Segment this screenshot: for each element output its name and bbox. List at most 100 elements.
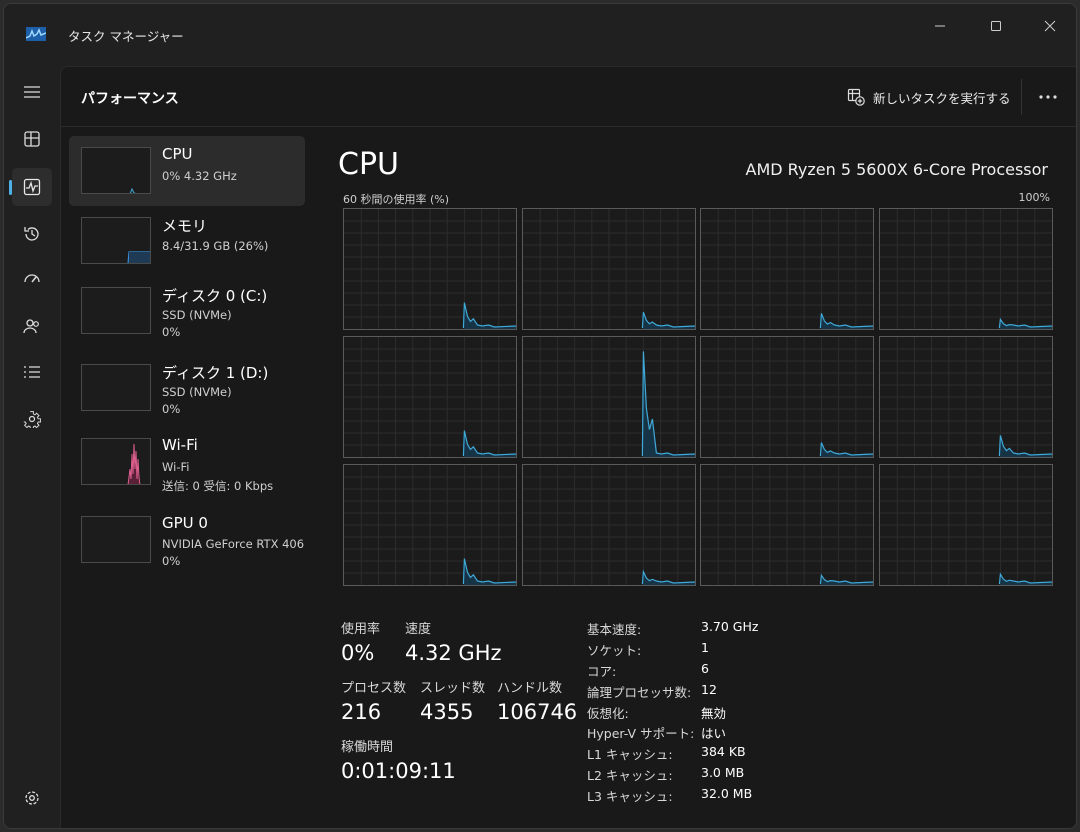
spec-value: 6 <box>701 661 709 676</box>
run-task-label: 新しいタスクを実行する <box>873 90 1011 106</box>
logical-processor-graph <box>878 336 1053 458</box>
device-detail: SSD (NVMe) <box>162 385 232 399</box>
logical-processor-graph <box>343 336 517 458</box>
spec-key: コア: <box>587 664 617 679</box>
nav-users[interactable] <box>12 307 52 345</box>
logical-processor-graph <box>521 464 696 586</box>
close-button[interactable] <box>1030 12 1070 40</box>
cpu-model: AMD Ryzen 5 5600X 6-Core Processor <box>745 160 1049 179</box>
device-name: Wi-Fi <box>162 436 198 454</box>
device-name: ディスク 1 (D:) <box>162 364 269 382</box>
device-wifi[interactable]: Wi-Fi Wi-Fi 送信: 0 受信: 0 Kbps <box>69 427 305 497</box>
performance-panel: パフォーマンス 新しいタスクを実行する CPU 0% 4.32 GHz メモリ … <box>60 66 1076 828</box>
gpu-thumbnail <box>81 516 151 563</box>
device-detail: NVIDIA GeForce RTX 406 <box>162 537 305 551</box>
graph-canvas <box>879 337 1052 457</box>
usage-area <box>641 571 695 585</box>
spec-key: L2 キャッシュ: <box>587 768 673 783</box>
device-name: メモリ <box>162 217 208 235</box>
uptime-label: 稼働時間 <box>341 740 394 755</box>
maximize-icon <box>991 21 1001 31</box>
spec-value: 384 KB <box>701 744 746 759</box>
device-usage: 0% <box>162 325 181 339</box>
users-icon <box>23 319 39 334</box>
device-disk-0[interactable]: ディスク 0 (C:) SSD (NVMe) 0% <box>69 276 305 346</box>
nav-performance[interactable] <box>9 168 52 206</box>
graph-canvas <box>879 209 1052 329</box>
disk1-thumbnail <box>81 364 151 411</box>
nav-rail <box>4 64 60 828</box>
performance-icon <box>23 178 41 196</box>
logical-processor-graph <box>878 208 1053 330</box>
spec-value: 無効 <box>701 706 727 721</box>
processes-label: プロセス数 <box>341 681 407 696</box>
memory-thumbnail <box>81 217 151 264</box>
spec-key: L1 キャッシュ: <box>587 747 673 762</box>
logical-processor-graph <box>700 208 874 330</box>
graph-canvas <box>344 209 516 329</box>
spec-key: L3 キャッシュ: <box>587 789 673 804</box>
device-memory[interactable]: メモリ 8.4/31.9 GB (26%) <box>69 206 305 276</box>
graph-label: 60 秒間の使用率 (%) <box>343 193 450 206</box>
logical-processor-graph <box>700 336 874 458</box>
startup-icon <box>24 274 40 283</box>
device-detail: Wi-Fi <box>162 460 190 474</box>
logical-processor-graph <box>343 464 517 586</box>
graph-canvas <box>522 465 695 585</box>
usage-label: 使用率 <box>341 622 381 637</box>
usage-area <box>998 319 1052 329</box>
handles-label: ハンドル数 <box>497 681 563 696</box>
device-cpu[interactable]: CPU 0% 4.32 GHz <box>69 136 305 206</box>
nav-app-history[interactable] <box>12 215 52 253</box>
nav-settings[interactable] <box>12 779 52 817</box>
spec-value: はい <box>701 726 727 741</box>
device-detail: 8.4/31.9 GB (26%) <box>162 239 269 253</box>
disk0-thumbnail <box>81 287 151 334</box>
usage-area <box>998 574 1052 585</box>
logical-processor-graph <box>343 208 517 330</box>
run-new-task-button[interactable]: 新しいタスクを実行する <box>847 83 1011 111</box>
hamburger-button[interactable] <box>12 73 52 111</box>
settings-icon <box>25 791 39 805</box>
graph-canvas <box>701 465 873 585</box>
details-icon <box>24 366 40 378</box>
nav-processes[interactable] <box>12 120 52 158</box>
uptime-value: 0:01:09:11 <box>341 759 456 783</box>
nav-startup[interactable] <box>12 261 52 299</box>
logical-processor-graph <box>521 336 696 458</box>
minimize-icon <box>935 25 945 27</box>
usage-value: 0% <box>341 641 375 665</box>
graph-canvas <box>701 209 873 329</box>
spec-key: Hyper-V サポート: <box>587 726 695 741</box>
spec-key: 基本速度: <box>587 622 642 637</box>
nav-details[interactable] <box>12 353 52 391</box>
logical-processor-graph <box>521 208 696 330</box>
usage-area <box>820 575 873 585</box>
more-icon <box>1039 95 1057 99</box>
device-name: CPU <box>162 145 193 163</box>
speed-label: 速度 <box>405 622 432 637</box>
app-history-icon <box>24 227 39 241</box>
logical-processor-graph <box>878 464 1053 586</box>
device-gpu-0[interactable]: GPU 0 NVIDIA GeForce RTX 406 0% <box>69 505 305 575</box>
graph-canvas <box>522 337 695 457</box>
logical-processor-graph <box>700 464 874 586</box>
device-detail: 0% 4.32 GHz <box>162 169 237 183</box>
spec-key: 論理プロセッサ数: <box>587 685 692 700</box>
spec-value: 3.0 MB <box>701 765 745 780</box>
device-disk-1[interactable]: ディスク 1 (D:) SSD (NVMe) 0% <box>69 353 305 423</box>
more-options-button[interactable] <box>1033 85 1063 109</box>
spec-value: 32.0 MB <box>701 786 753 801</box>
spec-value: 1 <box>701 640 709 655</box>
device-usage: 0% <box>162 402 181 416</box>
maximize-button[interactable] <box>976 12 1016 40</box>
minimize-button[interactable] <box>920 12 960 40</box>
device-usage: 0% <box>162 554 181 568</box>
detail-title: CPU <box>338 147 399 182</box>
spec-key: 仮想化: <box>587 706 629 721</box>
window-title: タスク マネージャー <box>68 29 184 44</box>
spec-value: 12 <box>701 682 717 697</box>
spec-value: 3.70 GHz <box>701 619 759 634</box>
hamburger-icon <box>24 86 40 98</box>
nav-services[interactable] <box>12 400 52 438</box>
